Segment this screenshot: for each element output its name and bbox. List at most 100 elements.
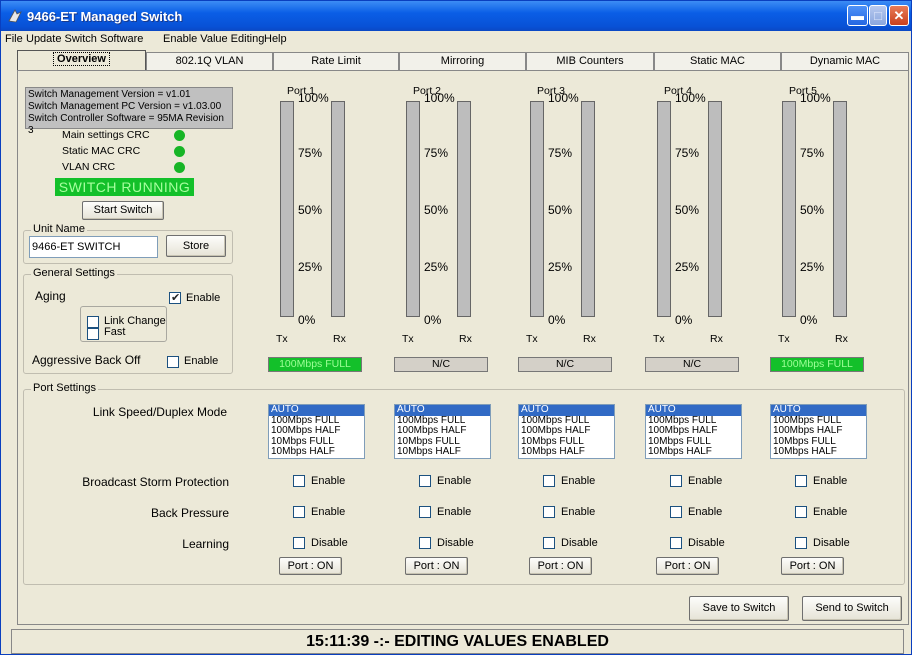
title-bar[interactable]: 9466-ET Managed Switch ▬ □ ✕: [1, 1, 911, 31]
tab-dynamic-mac[interactable]: Dynamic MAC: [781, 52, 909, 70]
aging-enable-checkbox[interactable]: [169, 291, 181, 304]
aggressive-back-off-label: Aggressive Back Off: [32, 353, 141, 367]
port-3-speed-option[interactable]: 10Mbps HALF: [519, 446, 614, 458]
port-4-on-button[interactable]: Port : ON: [656, 557, 719, 575]
port-4-learning-checkbox[interactable]: [670, 537, 682, 549]
port-1-speed-option[interactable]: AUTO: [269, 404, 364, 416]
port-5-learning-checkbox[interactable]: [795, 537, 807, 549]
port-4-rx-bar: [708, 101, 722, 317]
port-1-broadcast-storm-checkbox[interactable]: [293, 475, 305, 487]
port-2-scale-0: 100%: [424, 91, 455, 105]
close-button[interactable]: ✕: [889, 5, 909, 26]
menu-update-software[interactable]: Update Switch Software: [26, 33, 143, 45]
tab-overview-label: Overview: [53, 52, 110, 66]
link-speed-label: Link Speed/Duplex Mode: [92, 405, 227, 419]
port-5-rx-label: Rx: [835, 333, 848, 345]
port-3-rx-bar: [581, 101, 595, 317]
switch-running-indicator: SWITCH RUNNING: [55, 178, 194, 196]
port-4-back-pressure-checkbox[interactable]: [670, 506, 682, 518]
port-2-learning-label: Disable: [437, 537, 474, 549]
tab-mib-counters[interactable]: MIB Counters: [526, 52, 654, 70]
maximize-button[interactable]: □: [869, 5, 887, 26]
menu-enable-editing[interactable]: Enable Value Editing: [163, 33, 264, 45]
port-2-on-button[interactable]: Port : ON: [405, 557, 468, 575]
start-switch-button[interactable]: Start Switch: [82, 201, 164, 220]
port-2-back-pressure-checkbox[interactable]: [419, 506, 431, 518]
port-2-scale-1: 75%: [424, 146, 449, 160]
aggressive-back-off-checkbox[interactable]: [167, 356, 179, 368]
port-5-speed-option[interactable]: 10Mbps HALF: [771, 446, 866, 458]
port-2-broadcast-storm-checkbox[interactable]: [419, 475, 431, 487]
port-4-tx-bar: [657, 101, 671, 317]
vlan-crc-label: VLAN CRC: [62, 161, 116, 173]
port-3-on-button[interactable]: Port : ON: [529, 557, 592, 575]
port-5-speed-option[interactable]: 100Mbps HALF: [771, 425, 866, 437]
port-5-speed-option[interactable]: AUTO: [771, 404, 866, 416]
port-5-speed-list[interactable]: AUTO 100Mbps FULL 100Mbps HALF 10Mbps FULL 1…: [770, 404, 867, 459]
port-4-speed-option[interactable]: 100Mbps HALF: [646, 425, 741, 437]
port-3-speed-option[interactable]: AUTO: [519, 404, 614, 416]
static-mac-crc-led: [174, 146, 185, 157]
port-4-broadcast-storm-checkbox[interactable]: [670, 475, 682, 487]
port-1-speed-option[interactable]: 10Mbps HALF: [269, 446, 364, 458]
port-4-speed-option[interactable]: 10Mbps HALF: [646, 446, 741, 458]
port-2-broadcast-storm-label: Enable: [437, 475, 472, 487]
port-3-scale-2: 50%: [548, 203, 573, 217]
port-1-link-status: 100Mbps FULL: [268, 357, 362, 372]
port-5-link-status: 100Mbps FULL: [770, 357, 864, 372]
port-2-speed-option[interactable]: 10Mbps HALF: [395, 446, 490, 458]
port-1-on-button[interactable]: Port : ON: [279, 557, 342, 575]
port-4-rx-label: Rx: [710, 333, 723, 345]
port-3-tx-label: Tx: [526, 333, 538, 345]
fast-checkbox[interactable]: [87, 328, 99, 340]
tab-overview[interactable]: Overview: [17, 50, 146, 70]
port-3-speed-option[interactable]: 100Mbps HALF: [519, 425, 614, 437]
port-5-on-button[interactable]: Port : ON: [781, 557, 844, 575]
port-4-speed-option[interactable]: AUTO: [646, 404, 741, 416]
port-1-back-pressure-checkbox[interactable]: [293, 506, 305, 518]
port-5-broadcast-storm-checkbox[interactable]: [795, 475, 807, 487]
port-3-broadcast-storm-label: Enable: [561, 475, 596, 487]
port-2-speed-option[interactable]: AUTO: [395, 404, 490, 416]
port-2-speed-option[interactable]: 100Mbps HALF: [395, 425, 490, 437]
port-3-scale-4: 0%: [548, 313, 566, 327]
port-2-scale-4: 0%: [424, 313, 442, 327]
close-icon: ✕: [893, 8, 905, 23]
tab-static-mac[interactable]: Static MAC: [654, 52, 781, 70]
minimize-button[interactable]: ▬: [847, 5, 868, 26]
window-title: 9466-ET Managed Switch: [27, 9, 183, 24]
general-settings-label: General Settings: [31, 267, 117, 279]
main-window: 9466-ET Managed Switch ▬ □ ✕ File Update…: [0, 0, 912, 655]
store-button[interactable]: Store: [166, 235, 226, 257]
version-info: Switch Management Version = v1.01 Switch…: [25, 87, 233, 136]
link-change-checkbox[interactable]: [87, 316, 99, 328]
port-5-back-pressure-checkbox[interactable]: [795, 506, 807, 518]
tab-vlan[interactable]: 802.1Q VLAN: [146, 52, 273, 70]
port-2-learning-checkbox[interactable]: [419, 537, 431, 549]
port-1-learning-checkbox[interactable]: [293, 537, 305, 549]
menu-file[interactable]: File: [5, 33, 23, 45]
port-1-scale-4: 0%: [298, 313, 316, 327]
tab-mirroring[interactable]: Mirroring: [399, 52, 526, 70]
send-to-switch-button[interactable]: Send to Switch: [802, 596, 902, 621]
port-3-speed-list[interactable]: AUTO 100Mbps FULL 100Mbps HALF 10Mbps FULL 1…: [518, 404, 615, 459]
port-1-learning-label: Disable: [311, 537, 348, 549]
port-1-back-pressure-label: Enable: [311, 506, 346, 518]
version-line-1: Switch Management Version = v1.01: [28, 89, 191, 100]
port-1-speed-list[interactable]: AUTO 100Mbps FULL 100Mbps HALF 10Mbps FULL 1…: [268, 404, 365, 459]
port-1-speed-option[interactable]: 100Mbps HALF: [269, 425, 364, 437]
static-mac-crc-label: Static MAC CRC: [62, 145, 141, 157]
port-3-back-pressure-checkbox[interactable]: [543, 506, 555, 518]
menu-help[interactable]: Help: [264, 33, 287, 45]
save-to-switch-button[interactable]: Save to Switch: [689, 596, 789, 621]
aging-enable-label: Enable: [186, 292, 221, 304]
port-3-learning-checkbox[interactable]: [543, 537, 555, 549]
unit-name-input[interactable]: 9466-ET SWITCH: [29, 236, 158, 258]
port-5-learning-label: Disable: [813, 537, 850, 549]
port-4-speed-list[interactable]: AUTO 100Mbps FULL 100Mbps HALF 10Mbps FULL 1…: [645, 404, 742, 459]
port-2-speed-list[interactable]: AUTO 100Mbps FULL 100Mbps HALF 10Mbps FULL 1…: [394, 404, 491, 459]
port-4-link-status: N/C: [645, 357, 739, 372]
main-settings-crc-label: Main settings CRC: [62, 129, 150, 141]
tab-rate-limit[interactable]: Rate Limit: [273, 52, 399, 70]
port-3-broadcast-storm-checkbox[interactable]: [543, 475, 555, 487]
